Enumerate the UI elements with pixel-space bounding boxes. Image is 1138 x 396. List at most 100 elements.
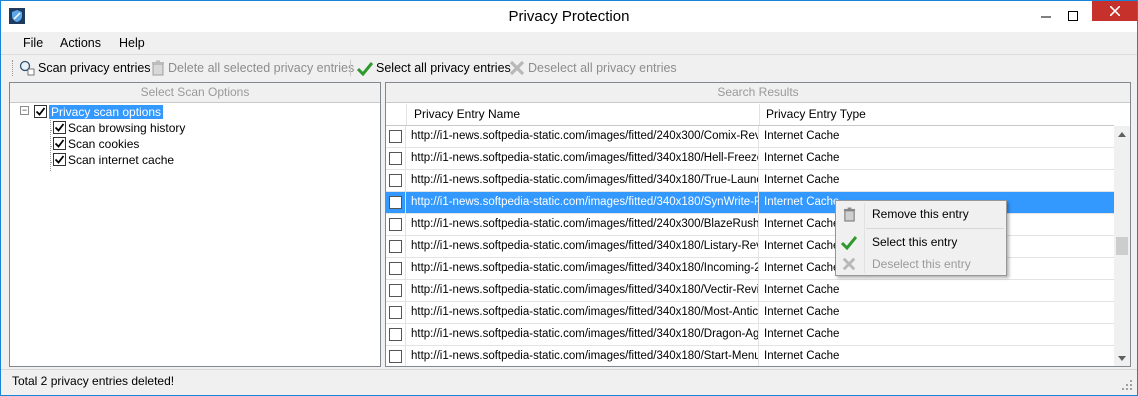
scroll-thumb[interactable]	[1116, 237, 1128, 255]
table-row[interactable]: http://i1-news.softpedia-static.com/imag…	[386, 302, 1114, 324]
entry-name-cell: http://i1-news.softpedia-static.com/imag…	[407, 258, 759, 279]
context-deselect-label: Deselect this entry	[872, 257, 971, 271]
cache-checkbox[interactable]	[53, 153, 66, 166]
scroll-up-arrow[interactable]	[1114, 126, 1130, 142]
row-checkbox-cell	[386, 126, 406, 147]
entry-type-cell: Internet Cache	[764, 174, 840, 186]
maximize-button[interactable]	[1059, 1, 1086, 30]
context-menu: Remove this entry Select this entry Dese…	[835, 200, 1007, 276]
row-checkbox-cell	[386, 170, 406, 191]
row-checkbox[interactable]	[389, 306, 402, 319]
history-checkbox[interactable]	[53, 121, 66, 134]
context-select-entry[interactable]: Select this entry	[836, 231, 1006, 253]
tree-item-label: Scan internet cache	[68, 152, 175, 167]
entry-type-cell: Internet Cache	[764, 306, 840, 318]
tree-item-history[interactable]: Scan browsing history	[53, 120, 185, 135]
row-checkbox[interactable]	[389, 174, 402, 187]
table-row[interactable]: http://i1-news.softpedia-static.com/imag…	[386, 324, 1114, 346]
row-checkbox-cell	[386, 192, 406, 213]
results-scrollbar[interactable]	[1114, 126, 1130, 366]
title-bar: Privacy Protection	[1, 1, 1137, 32]
column-header-type[interactable]: Privacy Entry Type	[760, 104, 1114, 125]
trash-icon	[152, 60, 164, 76]
menu-bar: File Actions Help	[1, 32, 1137, 54]
tree-item-label: Scan browsing history	[68, 120, 186, 135]
entry-name-cell: http://i1-news.softpedia-static.com/imag…	[407, 148, 759, 169]
entry-name-cell: http://i1-news.softpedia-static.com/imag…	[407, 280, 759, 301]
tree-item-label: Scan cookies	[68, 136, 140, 151]
context-separator	[866, 228, 1004, 229]
deselect-all-label: Deselect all privacy entries	[528, 61, 677, 75]
row-checkbox-cell	[386, 302, 406, 323]
menu-divider	[1, 54, 1137, 55]
close-icon	[1109, 6, 1120, 16]
delete-selected-button[interactable]: Delete all selected privacy entries	[151, 58, 354, 78]
scan-options-pane: Select Scan Options − Privacy scan optio…	[9, 82, 381, 367]
entry-name-cell: http://i1-news.softpedia-static.com/imag…	[407, 236, 759, 257]
row-checkbox[interactable]	[389, 152, 402, 165]
minimize-button[interactable]	[1032, 1, 1059, 30]
context-deselect-entry[interactable]: Deselect this entry	[836, 253, 1006, 275]
root-checkbox[interactable]	[34, 105, 47, 118]
checkmark-icon	[54, 155, 65, 164]
row-checkbox[interactable]	[389, 196, 402, 209]
row-checkbox-cell	[386, 258, 406, 279]
entry-name-cell: http://i1-news.softpedia-static.com/imag…	[407, 126, 759, 147]
row-checkbox-cell	[386, 236, 406, 257]
row-checkbox[interactable]	[389, 284, 402, 297]
tree-item-cache[interactable]: Scan internet cache	[53, 152, 174, 167]
app-window: Privacy Protection File Actions Help Sca…	[0, 0, 1138, 396]
trash-icon	[841, 206, 857, 222]
menu-file[interactable]: File	[23, 36, 43, 50]
resize-grip-icon[interactable]	[1121, 379, 1133, 391]
results-grid-header: Privacy Entry Name Privacy Entry Type	[386, 104, 1114, 126]
maximize-icon	[1067, 10, 1078, 21]
column-header-name[interactable]: Privacy Entry Name	[407, 104, 760, 125]
cookies-checkbox[interactable]	[53, 137, 66, 150]
menu-help[interactable]: Help	[119, 36, 145, 50]
tree-root-label: Privacy scan options	[49, 104, 164, 119]
minimize-icon	[1040, 16, 1051, 17]
scroll-down-arrow[interactable]	[1114, 350, 1130, 366]
row-checkbox[interactable]	[389, 130, 402, 143]
search-results-header: Search Results	[386, 83, 1130, 103]
entry-name-cell: http://i1-news.softpedia-static.com/imag…	[407, 324, 759, 345]
context-remove-entry[interactable]: Remove this entry	[836, 203, 1006, 225]
entry-name-cell: http://i1-news.softpedia-static.com/imag…	[407, 346, 759, 366]
x-mark-icon	[509, 60, 525, 76]
tree-item-cookies[interactable]: Scan cookies	[53, 136, 139, 151]
table-row[interactable]: http://i1-news.softpedia-static.com/imag…	[386, 148, 1114, 170]
row-checkbox[interactable]	[389, 328, 402, 341]
entry-type-cell: Internet Cache	[764, 328, 840, 340]
row-checkbox[interactable]	[389, 218, 402, 231]
close-button[interactable]	[1092, 1, 1137, 21]
scan-button[interactable]: Scan privacy entries	[19, 58, 151, 78]
window-title: Privacy Protection	[508, 8, 630, 25]
entry-name-cell: http://i1-news.softpedia-static.com/imag…	[407, 214, 759, 235]
toolbar-grip	[12, 60, 14, 76]
deselect-all-button[interactable]: Deselect all privacy entries	[509, 58, 677, 78]
checkmark-icon	[54, 139, 65, 148]
table-row[interactable]: http://i1-news.softpedia-static.com/imag…	[386, 170, 1114, 192]
table-row[interactable]: http://i1-news.softpedia-static.com/imag…	[386, 126, 1114, 148]
table-row[interactable]: http://i1-news.softpedia-static.com/imag…	[386, 280, 1114, 302]
table-row[interactable]: http://i1-news.softpedia-static.com/imag…	[386, 346, 1114, 366]
select-all-button[interactable]: Select all privacy entries	[357, 58, 511, 78]
row-checkbox[interactable]	[389, 240, 402, 253]
search-results-pane: Search Results Privacy Entry Name Privac…	[385, 82, 1131, 367]
collapse-toggle[interactable]: −	[20, 106, 29, 115]
header-checkbox-column	[386, 104, 407, 125]
delete-selected-label: Delete all selected privacy entries	[168, 61, 355, 75]
entry-type-cell: Internet Cache	[764, 350, 840, 362]
row-checkbox[interactable]	[389, 350, 402, 363]
checkmark-icon	[357, 62, 373, 76]
tree-root-node[interactable]: Privacy scan options	[34, 104, 164, 119]
context-select-label: Select this entry	[872, 235, 958, 249]
menu-actions[interactable]: Actions	[60, 36, 101, 50]
toolbar: Scan privacy entries Delete all selected…	[1, 56, 1137, 80]
scan-options-header: Select Scan Options	[10, 83, 380, 103]
scan-icon	[19, 60, 35, 76]
row-checkbox-cell	[386, 346, 406, 366]
row-checkbox[interactable]	[389, 262, 402, 275]
row-checkbox-cell	[386, 214, 406, 235]
